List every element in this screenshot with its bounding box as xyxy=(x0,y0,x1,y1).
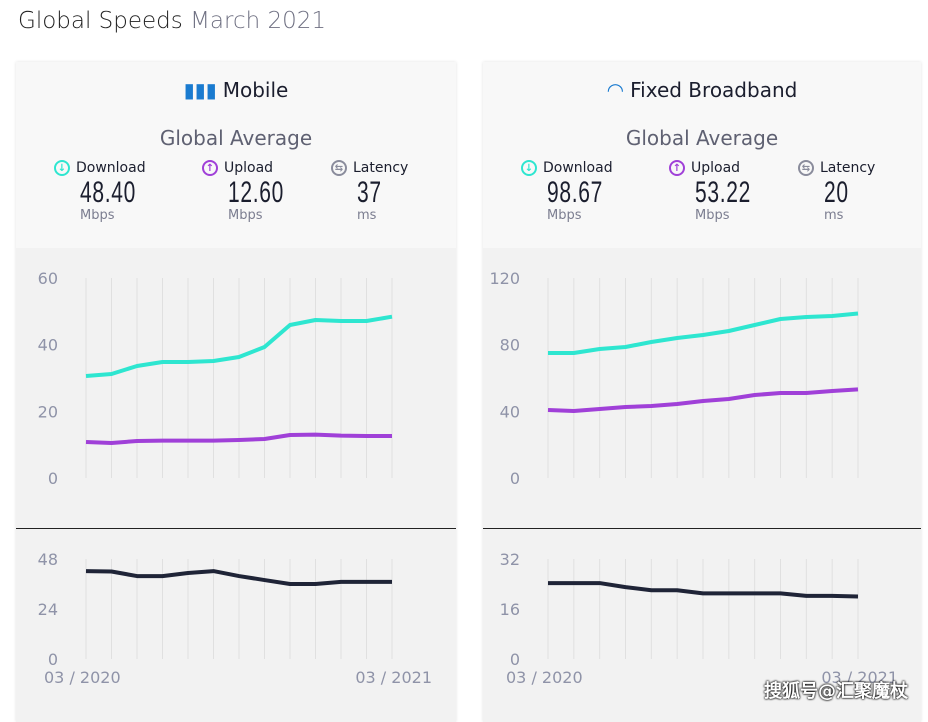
y-tick-label: 32 xyxy=(500,550,520,569)
chart-3: 0163203 / 202003 / 2021 xyxy=(483,62,923,722)
mobile-card: ▮▮▮Mobile Global Average ↓Download48.40M… xyxy=(16,62,456,722)
chart-1: 0 24 48 03 / 2020 03 / 2021 xyxy=(16,62,456,722)
y-tick-label: 16 xyxy=(500,600,520,619)
y-tick-label: 48 xyxy=(38,550,58,569)
x-tick-label: 03 / 2020 xyxy=(44,668,121,687)
x-tick-label: 03 / 2020 xyxy=(506,668,583,687)
page-title: Global Speeds March 2021 xyxy=(18,8,326,34)
fixed-broadband-card: ◠Fixed Broadband Global Average ↓Downloa… xyxy=(483,62,921,722)
y-tick-label: 0 xyxy=(510,650,520,669)
y-tick-label: 0 xyxy=(48,650,58,669)
y-tick-label: 24 xyxy=(38,600,58,619)
watermark: 搜狐号@汇聚魔杖 xyxy=(764,677,908,703)
x-tick-label: 03 / 2021 xyxy=(355,668,432,687)
